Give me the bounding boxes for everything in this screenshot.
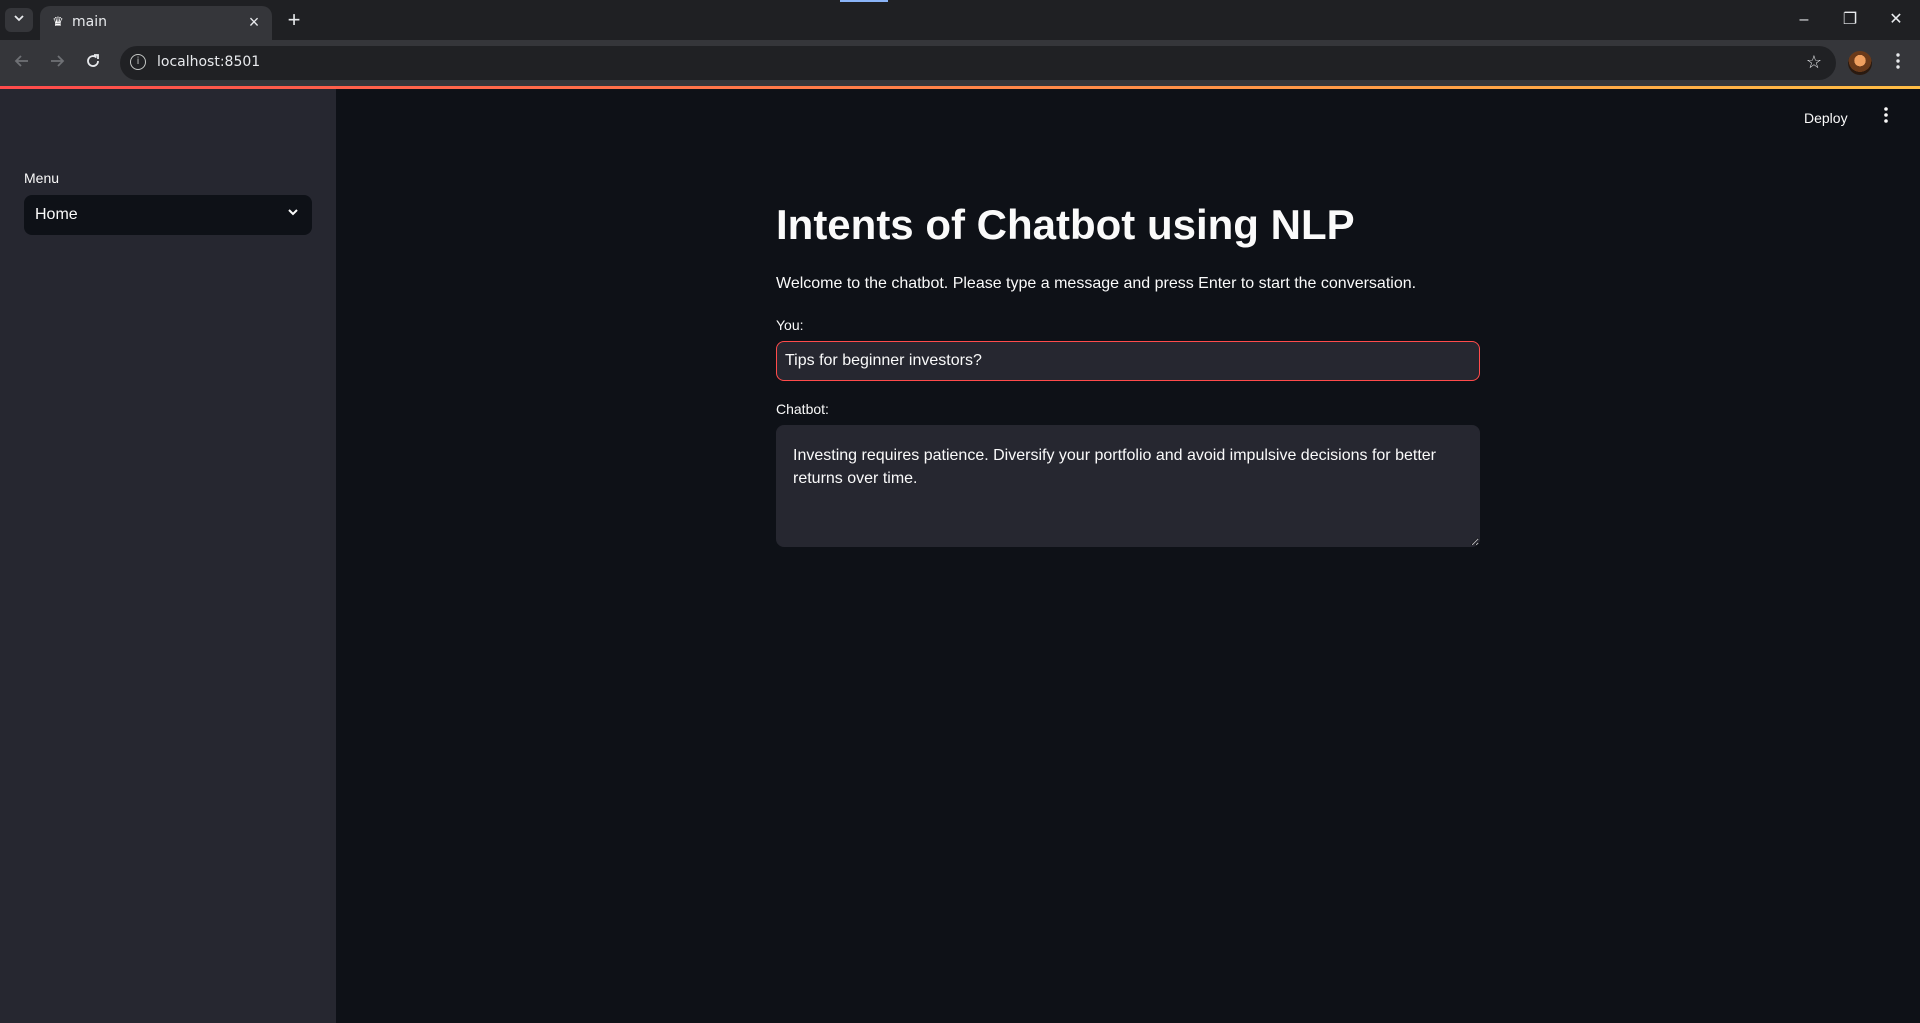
arrow-left-icon	[14, 55, 28, 67]
app-menu-button[interactable]	[1876, 104, 1896, 130]
vertical-dots-icon	[1896, 53, 1900, 69]
back-button[interactable]	[8, 49, 36, 77]
star-icon[interactable]: ☆	[1806, 52, 1822, 73]
browser-tab-main[interactable]: ♛ main ×	[40, 6, 272, 40]
browser-tab-strip: ♛ main × + – ❐ ✕	[0, 0, 1920, 40]
you-label: You:	[776, 317, 804, 333]
reload-icon	[87, 54, 99, 67]
chatbot-response-area[interactable]: Investing requires patience. Diversify y…	[776, 425, 1480, 547]
profile-avatar[interactable]	[1848, 51, 1872, 75]
tab-hover-indicator	[840, 0, 888, 2]
info-icon[interactable]: i	[130, 54, 146, 70]
page-title: Intents of Chatbot using NLP	[776, 201, 1355, 248]
reload-button[interactable]	[79, 49, 107, 77]
new-tab-button[interactable]: +	[282, 8, 306, 32]
menu-select-value: Home	[35, 206, 78, 223]
url-text[interactable]: localhost:8501	[157, 54, 260, 70]
address-bar[interactable]: i localhost:8501 ☆	[120, 46, 1836, 80]
chatbot-label: Chatbot:	[776, 401, 829, 417]
forward-button[interactable]	[43, 49, 71, 77]
streamlit-crown-icon: ♛	[52, 14, 64, 29]
window-close-button[interactable]: ✕	[1880, 6, 1912, 34]
chevron-down-icon	[286, 205, 300, 222]
user-message-input[interactable]	[776, 341, 1480, 381]
tab-search-button[interactable]	[5, 8, 33, 32]
minimize-button[interactable]: –	[1788, 6, 1820, 34]
vertical-dots-icon	[1884, 107, 1888, 123]
main-content: Deploy Intents of Chatbot using NLP Welc…	[336, 89, 1920, 1023]
deploy-button[interactable]: Deploy	[1804, 110, 1848, 126]
menu-label: Menu	[24, 170, 60, 186]
welcome-text: Welcome to the chatbot. Please type a me…	[776, 275, 1417, 292]
menu-select[interactable]: Home	[24, 195, 312, 235]
restore-button[interactable]: ❐	[1834, 6, 1866, 34]
tab-title: main	[72, 14, 107, 30]
sidebar: Menu Home	[0, 89, 336, 1023]
browser-menu-button[interactable]	[1886, 49, 1910, 77]
browser-toolbar: i localhost:8501 ☆	[0, 40, 1920, 86]
close-icon[interactable]: ×	[244, 12, 264, 32]
chevron-down-icon	[13, 11, 25, 29]
arrow-right-icon	[51, 55, 65, 67]
